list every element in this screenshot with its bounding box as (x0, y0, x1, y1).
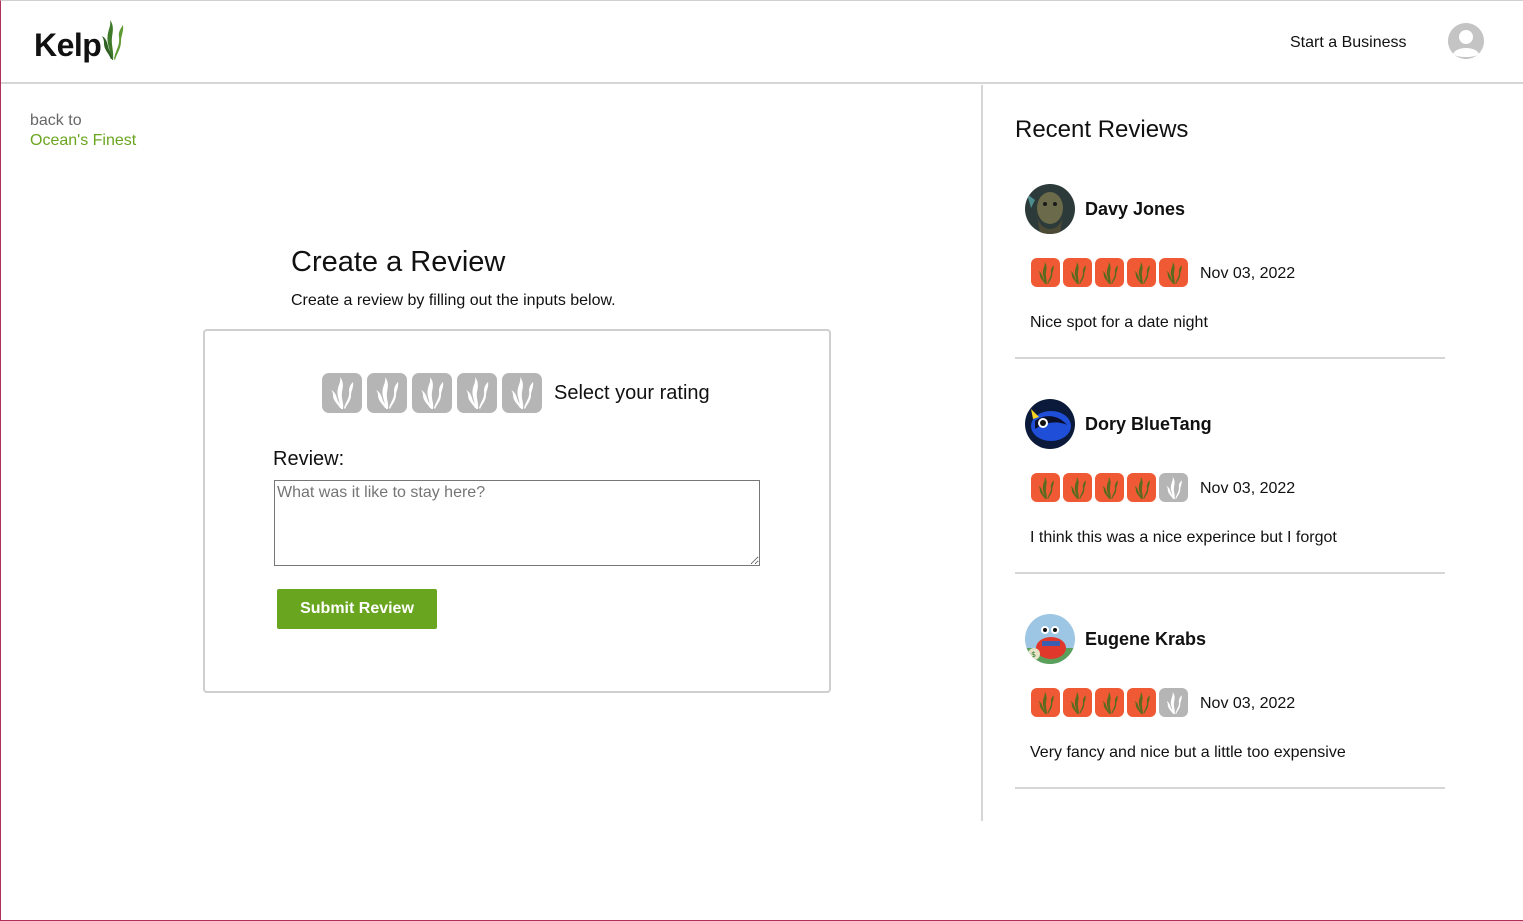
top-nav: Kelp Start a Business (1, 1, 1523, 84)
rating-option-2[interactable] (367, 373, 407, 413)
review-rating (1031, 688, 1191, 717)
kelp-icon (1101, 476, 1118, 499)
review-card: Dory BlueTang Nov 03, 2022 I think this … (1015, 359, 1445, 574)
kelp-icon (1069, 476, 1086, 499)
kelp-icon (1165, 476, 1182, 499)
user-avatar-icon[interactable] (1448, 23, 1484, 59)
app-frame: Kelp Start a Business back to Ocean's Fi… (0, 0, 1523, 921)
rating-kelp-filled (1031, 473, 1060, 502)
page-subtitle: Create a review by filling out the input… (291, 292, 616, 309)
rating-kelp-filled (1127, 473, 1156, 502)
rating-kelp-filled (1063, 473, 1092, 502)
kelp-icon (376, 377, 399, 409)
reviewer-avatar (1025, 184, 1075, 234)
rating-kelp-filled (1095, 473, 1124, 502)
rating-kelp-filled (1159, 258, 1188, 287)
kelp-icon (1101, 261, 1118, 284)
kelp-icon (1069, 691, 1086, 714)
start-business-link[interactable]: Start a Business (1290, 34, 1407, 52)
kelp-icon (1165, 691, 1182, 714)
kelp-icon (1133, 261, 1150, 284)
review-date: Nov 03, 2022 (1200, 480, 1296, 497)
kelp-icon (1037, 476, 1054, 499)
review-text: Very fancy and nice but a little too exp… (1030, 744, 1346, 761)
rating-selector: Select your rating (322, 373, 710, 413)
page-title: Create a Review (291, 246, 506, 278)
rating-kelp-filled (1031, 258, 1060, 287)
rating-kelp-filled (1063, 258, 1092, 287)
rating-option-3[interactable] (412, 373, 452, 413)
review-label: Review: (273, 448, 345, 470)
kelp-icon (466, 377, 489, 409)
column-divider (981, 85, 983, 821)
rating-kelp-filled (1127, 258, 1156, 287)
review-text: I think this was a nice experince but I … (1030, 529, 1337, 546)
rating-kelp-empty (1159, 473, 1188, 502)
recent-reviews-title: Recent Reviews (1015, 116, 1189, 143)
review-rating (1031, 258, 1191, 287)
reviewer-avatar: $ (1025, 614, 1075, 664)
review-rating (1031, 473, 1191, 502)
kelp-icon (1165, 261, 1182, 284)
rating-kelp-filled (1063, 688, 1092, 717)
rating-kelp-filled (1127, 688, 1156, 717)
rating-option-1[interactable] (322, 373, 362, 413)
rating-kelp-empty (1159, 688, 1188, 717)
kelp-icon (1133, 691, 1150, 714)
svg-text:$: $ (1031, 650, 1036, 659)
rating-option-4[interactable] (457, 373, 497, 413)
review-card: Davy Jones Nov 03, 2022 Nice spot for a … (1015, 144, 1445, 359)
kelp-icon (511, 377, 534, 409)
back-label: back to (30, 112, 82, 129)
reviewer-name: Dory BlueTang (1085, 414, 1212, 434)
kelp-leaf-icon (102, 20, 124, 60)
kelp-logo[interactable]: Kelp (34, 20, 124, 63)
rating-kelp-filled (1095, 258, 1124, 287)
submit-review-button[interactable]: Submit Review (277, 589, 437, 629)
kelp-icon (331, 377, 354, 409)
reviewer-name: Davy Jones (1085, 199, 1186, 219)
logo-text: Kelp (34, 27, 102, 63)
kelp-icon (1133, 476, 1150, 499)
kelp-icon (1037, 261, 1054, 284)
rating-label: Select your rating (554, 381, 710, 404)
kelp-icon (1037, 691, 1054, 714)
reviewer-avatar (1025, 399, 1075, 449)
rating-kelp-filled (1095, 688, 1124, 717)
review-text: Nice spot for a date night (1030, 314, 1208, 331)
rating-option-5[interactable] (502, 373, 542, 413)
review-textarea[interactable] (274, 480, 760, 566)
review-date: Nov 03, 2022 (1200, 265, 1296, 282)
kelp-icon (421, 377, 444, 409)
back-business-link[interactable]: Ocean's Finest (30, 132, 136, 150)
reviewer-name: Eugene Krabs (1085, 629, 1207, 649)
kelp-icon (1101, 691, 1118, 714)
rating-kelp-filled (1031, 688, 1060, 717)
kelp-icon (1069, 261, 1086, 284)
review-card: $ Eugene Krabs Nov 03, 2022 Very fancy a… (1015, 574, 1445, 789)
review-date: Nov 03, 2022 (1200, 695, 1296, 712)
